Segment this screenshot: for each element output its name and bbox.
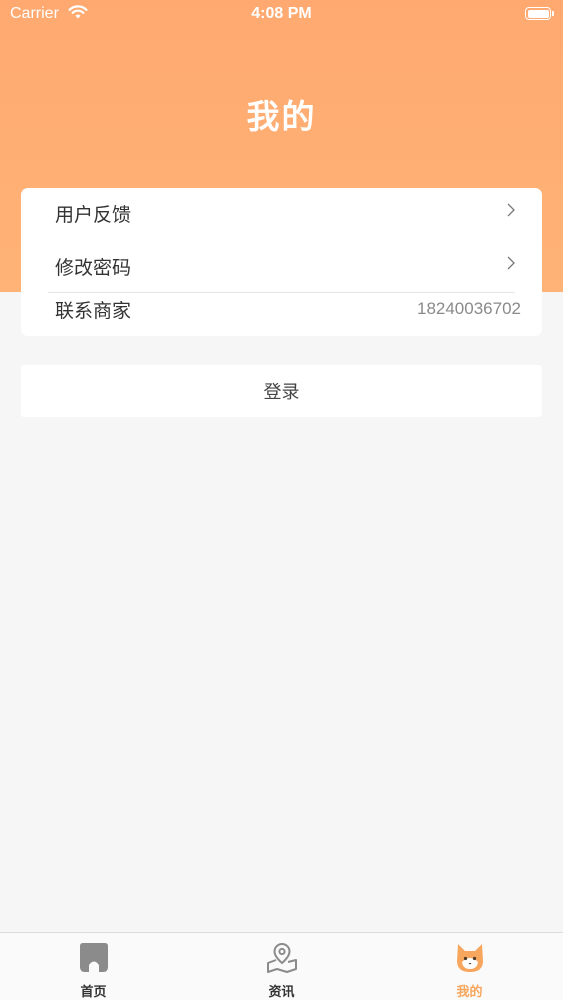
chevron-right-icon — [507, 256, 515, 270]
menu-item-change-password[interactable]: 修改密码 — [21, 241, 542, 293]
menu-item-contact-merchant[interactable]: 联系商家 18240036702 — [21, 293, 542, 336]
tab-label: 我的 — [456, 985, 483, 1000]
tab-bar: 首页 资讯 我的 — [0, 932, 563, 1000]
login-button[interactable]: 登录 — [21, 365, 542, 417]
tab-label: 资讯 — [268, 985, 295, 1000]
battery-icon — [525, 7, 554, 20]
home-icon — [80, 943, 108, 972]
status-time: 4:08 PM — [251, 5, 312, 22]
menu-item-label: 联系商家 — [55, 300, 132, 322]
fox-profile-icon — [457, 944, 483, 972]
tab-profile[interactable]: 我的 — [376, 933, 563, 1000]
tab-label: 首页 — [80, 985, 107, 1000]
map-pin-icon — [267, 942, 297, 973]
chevron-right-icon — [507, 203, 515, 217]
settings-menu-card: 用户反馈 修改密码 联系商家 18240036702 — [21, 188, 542, 336]
status-bar: Carrier 4:08 PM — [0, 0, 563, 30]
page-title: 我的 — [246, 97, 317, 136]
menu-item-label: 用户反馈 — [55, 204, 132, 226]
tab-home[interactable]: 首页 — [0, 933, 187, 1000]
merchant-phone-number[interactable]: 18240036702 — [417, 299, 521, 319]
tab-news[interactable]: 资讯 — [188, 933, 375, 1000]
menu-item-feedback[interactable]: 用户反馈 — [21, 188, 542, 240]
menu-item-label: 修改密码 — [55, 257, 132, 279]
